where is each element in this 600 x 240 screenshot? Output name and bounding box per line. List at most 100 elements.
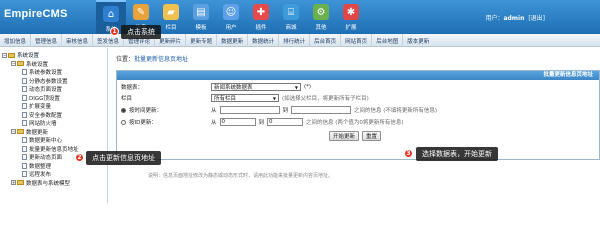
breadcrumb: 位置：批量更新信息页地址 [116,54,188,63]
subnav-version-update[interactable]: 版本更新 [402,34,433,47]
folder-icon [17,61,24,67]
sidebar-folder-system[interactable]: − 系统设置 [2,60,105,69]
edit-icon: ✎ [133,4,149,20]
page-icon [22,103,27,110]
row-column: 栏目 所有栏目 ▼ (如选择父栏目，将更新所有子栏目) [121,93,369,103]
column-select[interactable]: 所有栏目 ▼ [211,94,279,102]
sidebar-item-ext-vars[interactable]: 扩展变量 [2,102,105,111]
start-update-button[interactable]: 开始更新 [329,131,360,141]
subnav-data-update[interactable]: 数据更新 [216,34,247,47]
footnote-text: 说明：信息页面地址修改为静态或动态形式时，请用此功能来批量更新内容页地址。 [148,173,334,179]
user-prefix: 用户： [485,15,504,22]
page-icon [22,145,27,152]
sidebar-item-label: 批量更新信息页地址 [29,146,79,153]
nav-label-plugin: 插件 [255,25,267,31]
nav-label-other: 其他 [315,25,327,31]
subnav-manage-info[interactable]: 管理信息 [30,34,61,47]
from-label: 从 [211,108,217,114]
to-label: 到 [282,108,289,114]
sidebar-folder-data-update[interactable]: − 数据更新 [2,128,105,137]
sidebar-item-digg[interactable]: DIGG顶设置 [2,94,105,103]
sidebar: − 系统设置 − 系统设置 系统参数设置 分静态参数设置 动态页面设置 DIGG… [0,48,108,203]
to-label: 到 [258,120,265,126]
subnav-admin-home[interactable]: 后台首页 [309,34,340,47]
sub-navigation: 增加信息 管理信息 审核信息 签发信息 管理评论 更新碎片 更新专题 数据更新 … [0,34,600,47]
nav-item-extend[interactable]: ✱ 扩展 [336,0,366,34]
sidebar-root[interactable]: − 系统设置 [2,51,105,60]
sidebar-item-label: 安全参数配置 [29,112,63,119]
nav-item-user[interactable]: ☺ 用户 [216,0,246,34]
plugin-icon: ✚ [253,4,269,20]
nav-label-user: 用户 [225,25,237,31]
sidebar-item-system-params[interactable]: 系统参数设置 [2,68,105,77]
house-icon: ⌂ [103,6,119,22]
nav-label-column: 栏目 [165,25,177,31]
subnav-data-stats[interactable]: 数据统计 [247,34,278,47]
sidebar-item-firewall[interactable]: 网站防火墙 [2,119,105,128]
sidebar-item-security[interactable]: 安全参数配置 [2,111,105,120]
end-date-input[interactable] [291,106,352,114]
by-time-label: 按时间更新： [129,108,163,114]
start-id-input[interactable]: 0 [219,118,256,126]
collapse-icon[interactable]: − [11,61,16,67]
required-mark: (*) [304,84,312,90]
page-icon [22,86,27,93]
sidebar-item-label: 系统设置 [26,61,49,68]
sidebar-item-remote-publish[interactable]: 远程发布 [2,170,105,179]
from-label: 从 [211,120,217,126]
sidebar-item-update-center[interactable]: 数据更新中心 [2,136,105,145]
start-date-input[interactable] [219,106,280,114]
callout-3: 选择数据表，开始更新 [416,147,498,161]
sidebar-item-label: DIGG顶设置 [29,95,60,102]
nav-label-shop: 商城 [285,25,297,31]
page-icon [22,120,27,127]
subnav-rank-stats[interactable]: 排行统计 [278,34,309,47]
nav-item-shop[interactable]: ⌸ 商城 [276,0,306,34]
row-buttons: 开始更新 重置 [329,131,382,141]
sidebar-item-label: 动态页面设置 [29,87,63,94]
reset-button[interactable]: 重置 [362,131,382,141]
subnav-add-info[interactable]: 增加信息 [0,34,30,47]
sidebar-item-label: 数据更新中心 [29,138,63,145]
page-icon [22,94,27,101]
sidebar-item-label: 系统参数设置 [29,70,63,77]
nav-item-template[interactable]: ▤ 模板 [186,0,216,34]
nav-item-plugin[interactable]: ✚ 插件 [246,0,276,34]
by-id-radio[interactable] [121,119,126,125]
end-id-input[interactable]: 0 [267,118,304,126]
subnav-admin-map[interactable]: 后台地图 [371,34,402,47]
column-select-value: 所有栏目 [214,96,237,102]
page-icon [22,111,27,118]
row-by-time: 按时间更新： 从 到 之间的信息 (不填将更新所有信息) [121,105,437,115]
subnav-site-home[interactable]: 网站首页 [340,34,371,47]
sidebar-folder-tables[interactable]: + 数据表与系统模型 [2,179,105,188]
folder-icon [8,52,15,58]
sidebar-item-label: 分静态参数设置 [29,78,68,85]
folder-icon: ▰ [163,4,179,20]
by-id-hint: 之间的信息 (两个值为0将更新所有信息) [306,120,404,126]
expand-icon[interactable]: + [11,180,16,186]
step-badge-2: 2 [75,153,84,162]
page-icon [22,69,27,76]
sidebar-item-label: 更新动态页面 [29,155,63,162]
subnav-sign-info[interactable]: 签发信息 [92,34,123,47]
table-select[interactable]: 新闻系统数据表 ▼ [211,83,301,91]
page-icon [22,137,27,144]
subnav-update-topics[interactable]: 更新专题 [185,34,216,47]
page-icon [22,171,27,178]
collapse-icon[interactable]: − [2,52,7,58]
breadcrumb-link[interactable]: 批量更新信息页地址 [134,56,188,63]
sidebar-item-label: 数据表与系统模型 [26,180,71,187]
step-badge-1: 1 [110,27,119,36]
sidebar-item-static-params[interactable]: 分静态参数设置 [2,77,105,86]
sidebar-item-dynamic-page[interactable]: 动态页面设置 [2,85,105,94]
subnav-review-info[interactable]: 审核信息 [61,34,92,47]
sidebar-item-label: 数据整理 [29,163,52,170]
collapse-icon[interactable]: − [11,129,16,135]
header: EmpireCMS ⌂ 系统 ✎ 信息 ▰ 栏目 ▤ 模板 ☺ 用户 ✚ 插件 … [0,0,600,34]
logout-link[interactable]: [退出] [528,15,545,22]
nav-item-other[interactable]: ⚙ 其他 [306,0,336,34]
by-time-radio[interactable] [121,107,126,113]
row-table: 数据表： 新闻系统数据表 ▼ (*) [121,82,311,92]
nav-label-template: 模板 [195,25,207,31]
